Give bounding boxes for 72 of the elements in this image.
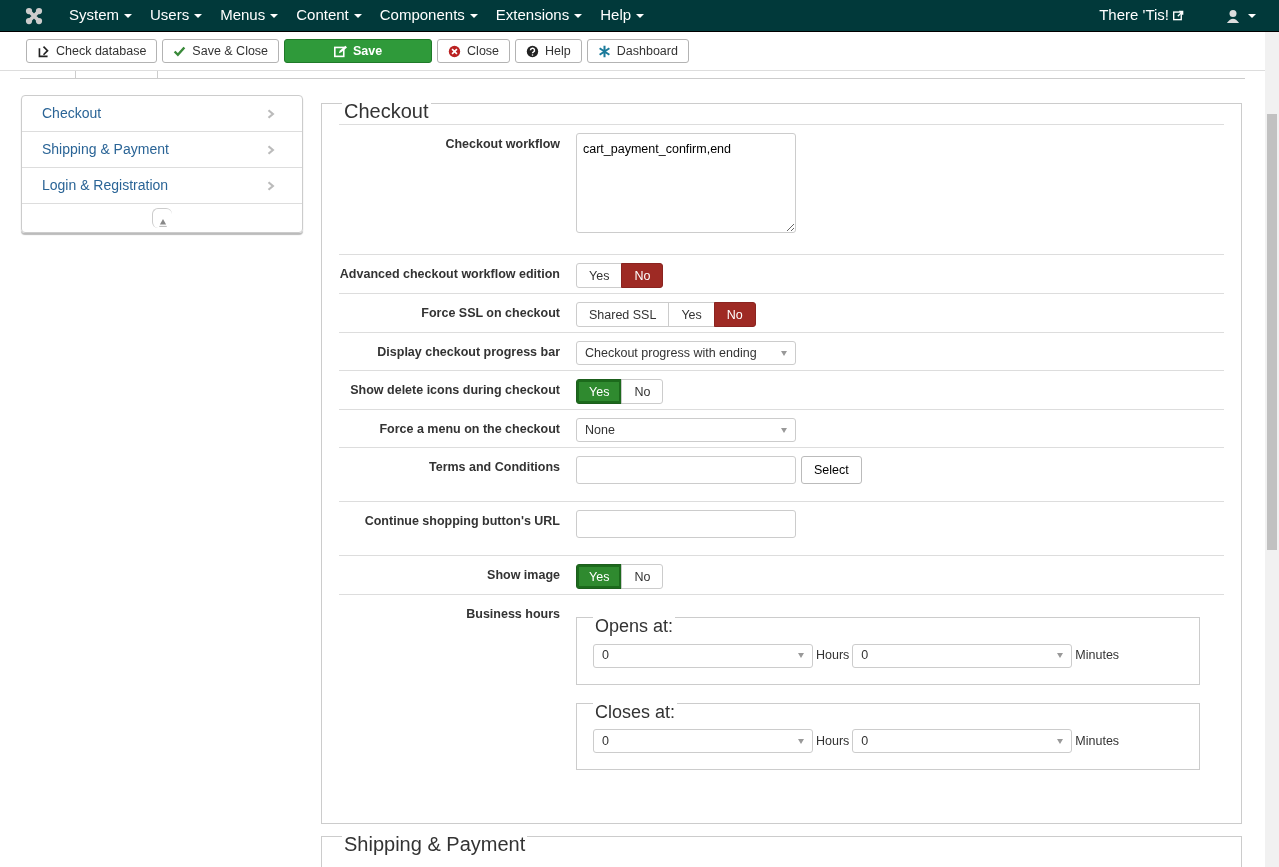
dropdown-arrow-icon: [1057, 738, 1064, 744]
menu-item[interactable]: Extensions: [486, 4, 592, 27]
toggle-option[interactable]: Yes: [576, 263, 623, 288]
dropdown[interactable]: 0: [593, 643, 813, 668]
field-label: Display checkout progress bar: [376, 344, 561, 361]
dropdown[interactable]: Checkout progress with ending: [576, 341, 796, 365]
toggle-option[interactable]: No: [621, 263, 664, 288]
menu-item[interactable]: System: [60, 4, 141, 27]
dropdown-value: 0: [861, 732, 869, 750]
field-label: Continue shopping button's URL: [363, 513, 561, 530]
logo-icon: [24, 5, 44, 26]
toggle-option[interactable]: Yes: [576, 564, 623, 589]
dropdown-value: 0: [602, 647, 609, 665]
dropdown-value: Checkout progress with ending: [585, 344, 757, 362]
user-icon: [1226, 8, 1240, 23]
field-label: Business hours: [465, 606, 561, 623]
dropdown[interactable]: 0: [852, 643, 1073, 668]
dropdown-value: 0: [861, 647, 869, 665]
help-icon: [526, 44, 540, 58]
dropdown-arrow-icon: [781, 350, 787, 356]
dropdown-value: None: [585, 421, 615, 439]
field-label: Checkout workflow: [444, 135, 561, 153]
select-button[interactable]: Select: [801, 456, 862, 484]
toolbar-button[interactable]: Close: [437, 39, 511, 63]
exit-arrow-icon: [37, 44, 50, 58]
dropdown[interactable]: 0: [593, 729, 813, 754]
sidebar-item[interactable]: Login & Registration: [22, 168, 302, 204]
close-icon: [448, 44, 462, 58]
group-title: Opens at:: [593, 616, 676, 638]
toolbar-button[interactable]: Help: [515, 39, 582, 63]
toggle-option[interactable]: No: [713, 302, 756, 327]
field-label: Force a menu on the checkout: [378, 421, 561, 438]
dropdown-arrow-icon: [781, 427, 787, 433]
input-field[interactable]: [576, 456, 796, 484]
toggle-option[interactable]: No: [621, 564, 664, 589]
dropdown-value: 0: [602, 732, 609, 750]
toggle-option[interactable]: Shared SSL: [576, 302, 670, 327]
menu-item[interactable]: Components: [370, 4, 487, 27]
field-label: Show delete icons during checkout: [349, 382, 561, 399]
input-field[interactable]: [576, 510, 796, 538]
edit-icon: [333, 44, 347, 58]
toggle-option[interactable]: Yes: [576, 379, 623, 404]
unit-label: Hours: [816, 647, 850, 665]
toolbar-button[interactable]: Dashboard: [586, 39, 689, 63]
text-area[interactable]: cart_payment_confirm,end: [576, 132, 796, 233]
menu-item[interactable]: Menus: [211, 4, 288, 27]
toolbar-button[interactable]: Save: [284, 39, 433, 63]
field-label: Terms and Conditions: [427, 459, 561, 476]
asterisk-icon: [597, 44, 611, 58]
toolbar-button[interactable]: Save & Close: [162, 39, 280, 63]
check-icon: [173, 44, 187, 58]
toggle-option[interactable]: No: [621, 379, 664, 404]
sidebar-item[interactable]: Checkout: [22, 96, 302, 132]
site-link[interactable]: There 'Tis!: [1090, 4, 1193, 27]
menu-item[interactable]: Users: [141, 4, 212, 27]
dropdown[interactable]: 0: [852, 729, 1073, 754]
field-label: Show image: [486, 567, 561, 584]
external-link-icon: [1173, 10, 1184, 21]
dropdown-arrow-icon: [798, 738, 804, 744]
dropdown[interactable]: None: [576, 418, 796, 442]
field-label: Advanced checkout workflow edition: [339, 266, 561, 283]
unit-label: Hours: [816, 732, 850, 750]
toggle-option[interactable]: Yes: [668, 302, 715, 327]
field-label: Force SSL on checkout: [420, 305, 561, 322]
menu-item[interactable]: Help: [591, 4, 654, 27]
unit-label: Minutes: [1075, 732, 1120, 750]
dropdown-arrow-icon: [1057, 653, 1064, 659]
menu-item[interactable]: Content: [287, 4, 371, 27]
dropdown-arrow-icon: [798, 653, 804, 659]
sidebar-item[interactable]: Shipping & Payment: [22, 132, 302, 168]
unit-label: Minutes: [1075, 647, 1120, 665]
toolbar-button[interactable]: Check database: [26, 39, 158, 63]
